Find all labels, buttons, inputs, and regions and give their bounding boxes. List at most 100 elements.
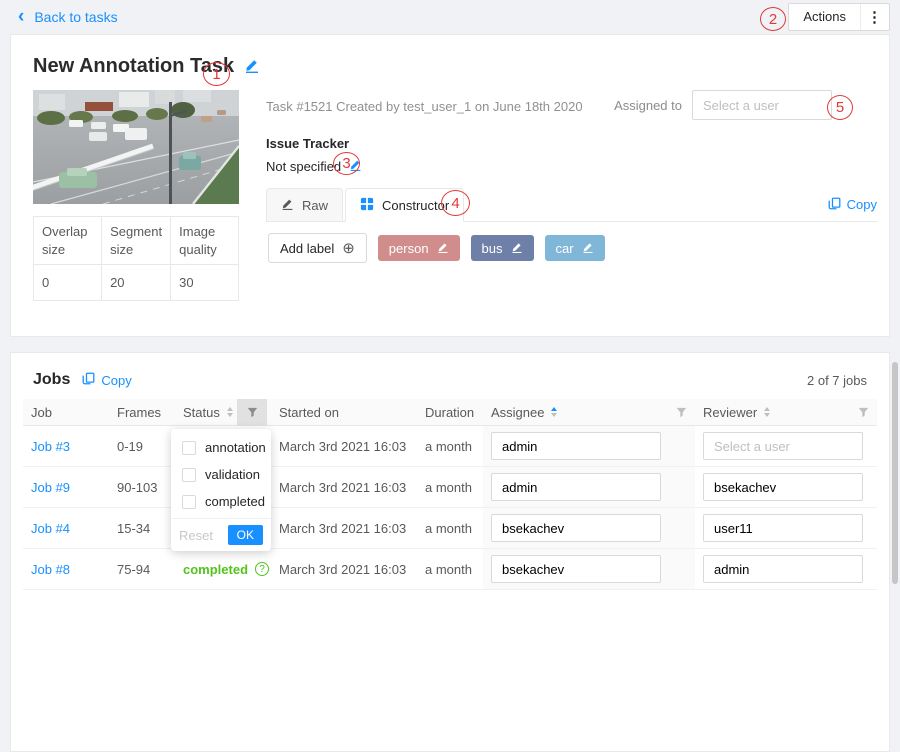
filter-option-validation[interactable]: validation [171,461,271,488]
column-header-frames: Frames [109,399,175,425]
column-header-status[interactable]: Status [175,399,237,425]
filter-reset-button[interactable]: Reset [179,528,213,543]
edit-label-icon[interactable] [437,241,449,256]
edit-label-icon[interactable] [511,241,523,256]
back-to-tasks-link[interactable]: ‹ Back to tasks [18,9,118,26]
reviewer-input[interactable] [703,555,863,583]
edit-label-icon[interactable] [582,241,594,256]
label-chip-car[interactable]: car [545,235,605,261]
label-chip-person[interactable]: person [378,235,460,261]
assignee-input[interactable] [491,432,661,460]
chevron-left-icon: ‹ [18,7,24,26]
kebab-menu-icon[interactable]: ⋮ [861,4,889,30]
started-cell: March 3rd 2021 16:03 [271,508,417,548]
frames-cell: 90-103 [109,467,175,507]
sort-icon-active[interactable] [551,407,557,417]
pencil-icon [281,197,294,213]
tab-raw-label: Raw [302,198,328,213]
checkbox-unchecked[interactable] [182,441,196,455]
param-value-segment: 20 [102,265,171,301]
task-title: New Annotation Task [33,55,234,78]
param-header-segment: Segment size [102,217,171,265]
copy-jobs-label: Copy [101,373,131,388]
frames-cell: 0-19 [109,426,175,466]
label-chip-car-name: car [556,241,574,256]
column-header-assignee[interactable]: Assignee [483,399,695,425]
add-label-button[interactable]: Add label ⊕ [268,233,367,263]
param-value-overlap: 0 [34,265,102,301]
back-to-tasks-label: Back to tasks [34,9,117,25]
jobs-card: Jobs Copy 2 of 7 jobs Job Frames Status … [10,352,890,752]
issue-tracker-value: Not specified [266,159,341,174]
copy-icon [828,197,841,213]
filter-option-label: annotation [205,440,266,455]
job-link[interactable]: Job #4 [31,521,70,536]
assignee-input[interactable] [491,473,661,501]
job-link[interactable]: Job #9 [31,480,70,495]
started-cell: March 3rd 2021 16:03 [271,549,417,589]
job-link[interactable]: Job #3 [31,439,70,454]
sort-icon[interactable] [764,407,770,417]
actions-button-label[interactable]: Actions [789,4,861,30]
tab-constructor[interactable]: Constructor [345,188,464,222]
issue-tracker-label: Issue Tracker [266,136,877,151]
actions-button[interactable]: Actions ⋮ [788,3,890,31]
build-icon [360,197,374,214]
param-header-overlap: Overlap size [34,217,102,265]
column-header-reviewer[interactable]: Reviewer [695,399,877,425]
status-filter-icon[interactable] [237,399,267,426]
copy-jobs-button[interactable]: Copy [82,372,131,388]
table-row: Job #3 0-19 March 3rd 2021 16:03 a month [23,426,877,467]
reviewer-input[interactable] [703,473,863,501]
task-assignee-select[interactable] [692,90,832,120]
table-row: Job #9 90-103 March 3rd 2021 16:03 a mon… [23,467,877,508]
jobs-table: Job Frames Status Started on Duration As… [23,399,877,590]
copy-labels-label: Copy [847,197,877,212]
filter-option-label: validation [205,467,260,482]
edit-issue-tracker-icon[interactable] [349,158,362,174]
tab-constructor-label: Constructor [382,198,449,213]
reviewer-input[interactable] [703,514,863,542]
filter-option-label: completed [205,494,265,509]
tab-raw[interactable]: Raw [266,188,343,221]
assignee-input[interactable] [491,555,661,583]
frames-cell: 15-34 [109,508,175,548]
param-header-quality: Image quality [171,217,239,265]
checkbox-unchecked[interactable] [182,468,196,482]
status-filter-cell [237,399,271,425]
labels-tab-bar: Raw Constructor Copy [266,188,877,222]
checkbox-unchecked[interactable] [182,495,196,509]
param-value-quality: 30 [171,265,239,301]
duration-cell: a month [417,426,483,466]
jobs-count: 2 of 7 jobs [807,373,867,388]
assignee-filter-icon[interactable] [676,407,687,418]
started-cell: March 3rd 2021 16:03 [271,467,417,507]
label-chip-bus[interactable]: bus [471,235,534,261]
filter-option-annotation[interactable]: annotation [171,434,271,461]
reviewer-filter-icon[interactable] [858,407,869,418]
add-label-label: Add label [280,241,334,256]
assigned-to-label: Assigned to [614,98,682,113]
column-header-job: Job [23,399,109,425]
status-filter-dropdown: annotation validation completed Reset OK [171,429,271,551]
vertical-scrollbar-thumb[interactable] [892,362,898,584]
edit-task-name-icon[interactable] [244,57,260,76]
frames-cell: 75-94 [109,549,175,589]
assignee-input[interactable] [491,514,661,542]
duration-cell: a month [417,467,483,507]
task-parameters-table: Overlap size Segment size Image quality … [33,216,239,301]
copy-labels-button[interactable]: Copy [828,197,877,213]
task-card: New Annotation Task [10,34,890,337]
jobs-table-header: Job Frames Status Started on Duration As… [23,399,877,426]
reviewer-input[interactable] [703,432,863,460]
filter-ok-button[interactable]: OK [228,525,263,545]
table-row: Job #4 15-34 March 3rd 2021 16:03 a mont… [23,508,877,549]
table-row: Job #8 75-94 completed ? March 3rd 2021 … [23,549,877,590]
plus-circle-icon: ⊕ [342,241,355,256]
status-cell: completed ? [175,549,237,589]
sort-icon[interactable] [227,407,233,417]
filter-option-completed[interactable]: completed [171,488,271,515]
label-chip-person-name: person [389,241,429,256]
job-link[interactable]: Job #8 [31,562,70,577]
copy-icon [82,372,95,388]
